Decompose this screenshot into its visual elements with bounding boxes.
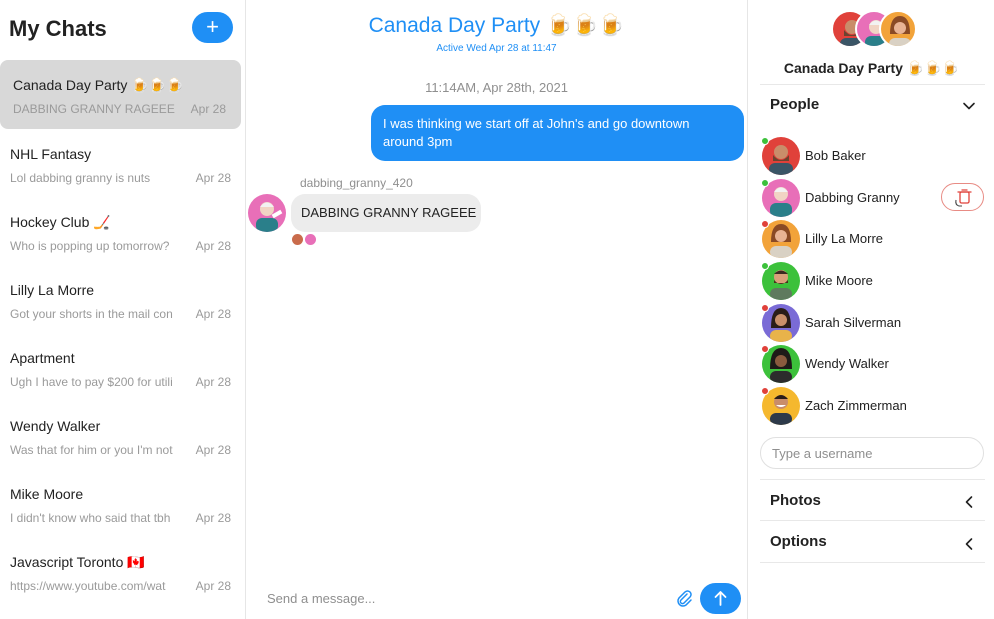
chat-date: Apr 28 — [190, 102, 226, 116]
new-chat-button[interactable]: + — [192, 12, 233, 43]
chat-date: Apr 28 — [195, 443, 231, 457]
add-username-input[interactable] — [760, 437, 984, 469]
chat-name: Apartment — [10, 350, 75, 366]
chat-name: NHL Fantasy — [10, 146, 92, 162]
chat-details-panel: Canada Day Party 🍺🍺🍺 People Bob Baker Da… — [747, 0, 994, 619]
online-status-dot — [761, 137, 769, 145]
chat-item-apartment[interactable]: Apartment Ugh I have to pay $200 for uti… — [0, 333, 245, 401]
person-name: Dabbing Granny — [805, 189, 900, 205]
chat-list: Canada Day Party 🍺🍺🍺 DABBING GRANNY RAGE… — [0, 60, 245, 605]
sender-avatar[interactable] — [248, 194, 286, 232]
person-row[interactable]: Bob Baker — [761, 136, 991, 178]
chat-name: Wendy Walker — [10, 418, 101, 434]
chat-date: Apr 28 — [195, 579, 231, 593]
online-status-dot — [761, 262, 769, 271]
person-row[interactable]: Mike Moore — [761, 261, 991, 303]
chat-name: Hockey Club 🏒 — [10, 214, 111, 230]
read-receipts — [292, 232, 318, 245]
person-row[interactable]: Sarah Silverman — [761, 303, 991, 345]
group-avatars — [831, 10, 921, 50]
chat-preview: Lol dabbing granny is nuts — [10, 171, 151, 185]
chat-item-hockey-club[interactable]: Hockey Club 🏒 Who is popping up tomorrow… — [0, 197, 245, 265]
chat-item-nhl-fantasy[interactable]: NHL Fantasy Lol dabbing granny is nuts A… — [0, 129, 245, 197]
send-button[interactable] — [700, 583, 741, 614]
chat-preview: Got your shorts in the mail con — [10, 307, 173, 321]
online-status-dot — [761, 178, 769, 187]
person-row[interactable]: Lilly La Morre — [761, 219, 991, 261]
group-name: Canada Day Party 🍺🍺🍺 — [783, 60, 960, 76]
chat-date: Apr 28 — [195, 171, 231, 185]
conversation-pane: Canada Day Party 🍺🍺🍺 Active Wed Apr 28 a… — [246, 0, 747, 619]
chat-preview: Ugh I have to pay $200 for utili — [10, 375, 173, 389]
group-avatar — [879, 10, 917, 48]
chat-date: Apr 28 — [195, 307, 231, 321]
message-sender-name: dabbing_granny_420 — [300, 176, 413, 190]
chevron-left-icon[interactable] — [962, 495, 976, 509]
message-input[interactable] — [256, 583, 656, 613]
chat-preview: https://www.youtube.com/wat — [10, 579, 166, 593]
chat-item-lilly-la-morre[interactable]: Lilly La Morre Got your shorts in the ma… — [0, 265, 245, 333]
person-name: Mike Moore — [805, 273, 873, 289]
people-list: Bob Baker Dabbing Granny Lilly La Morre — [761, 136, 991, 428]
chat-name: Mike Moore — [10, 486, 84, 502]
sidebar-header: My Chats + — [0, 0, 245, 58]
chat-preview: I didn't know who said that tbh — [10, 511, 171, 525]
read-receipt-avatar — [292, 234, 303, 245]
photos-heading: Photos — [770, 492, 821, 509]
conversation-status: Active Wed Apr 28 at 11:47 — [436, 43, 557, 54]
chat-name: Canada Day Party 🍺🍺🍺 — [13, 77, 184, 93]
chat-preview: DABBING GRANNY RAGEEE — [13, 102, 175, 116]
person-name: Lilly La Morre — [805, 231, 884, 247]
chat-item-wendy-walker[interactable]: Wendy Walker Was that for him or you I'm… — [0, 401, 245, 469]
chat-preview: Who is popping up tomorrow? — [10, 239, 170, 253]
person-row[interactable]: Dabbing Granny — [761, 178, 991, 220]
message-composer — [246, 581, 747, 619]
chat-name: Javascript Toronto 🇨🇦 — [10, 554, 145, 570]
chat-date: Apr 28 — [195, 511, 231, 525]
chat-date: Apr 28 — [195, 239, 231, 253]
chat-item-mike-moore[interactable]: Mike Moore I didn't know who said that t… — [0, 469, 245, 537]
chevron-down-icon[interactable] — [962, 99, 976, 113]
people-heading: People — [770, 96, 820, 113]
remove-user-icon — [955, 189, 972, 207]
read-receipt-avatar — [305, 234, 316, 245]
sidebar-title: My Chats — [9, 16, 107, 41]
date-separator: 11:14AM, Apr 28th, 2021 — [425, 80, 568, 95]
person-name: Sarah Silverman — [805, 314, 902, 330]
chat-item-canada-day-party[interactable]: Canada Day Party 🍺🍺🍺 DABBING GRANNY RAGE… — [0, 60, 241, 129]
outgoing-message: I was thinking we start off at John's an… — [371, 105, 744, 161]
chat-preview: Was that for him or you I'm not — [10, 443, 173, 457]
person-name: Wendy Walker — [805, 356, 889, 372]
chat-sidebar: My Chats + Canada Day Party 🍺🍺🍺 DABBING … — [0, 0, 246, 619]
person-row[interactable]: Wendy Walker — [761, 344, 991, 386]
person-name: Bob Baker — [805, 148, 866, 163]
paperclip-icon[interactable] — [674, 588, 694, 608]
chevron-left-icon[interactable] — [962, 537, 976, 551]
remove-member-button[interactable] — [941, 182, 984, 211]
chat-name: Lilly La Morre — [10, 282, 95, 298]
chat-item-javascript-toronto[interactable]: Javascript Toronto 🇨🇦 https://www.youtub… — [0, 537, 245, 605]
conversation-title: Canada Day Party 🍺🍺🍺 — [368, 14, 625, 37]
divider — [760, 562, 985, 563]
options-heading: Options — [770, 533, 827, 550]
person-name: Zach Zimmerman — [805, 398, 907, 414]
offline-status-dot — [761, 303, 769, 312]
divider — [760, 84, 985, 85]
person-row[interactable]: Zach Zimmerman — [761, 386, 991, 428]
incoming-message: DABBING GRANNY RAGEEE — [291, 194, 481, 232]
arrow-up-icon — [714, 591, 727, 606]
chat-date: Apr 28 — [195, 375, 231, 389]
